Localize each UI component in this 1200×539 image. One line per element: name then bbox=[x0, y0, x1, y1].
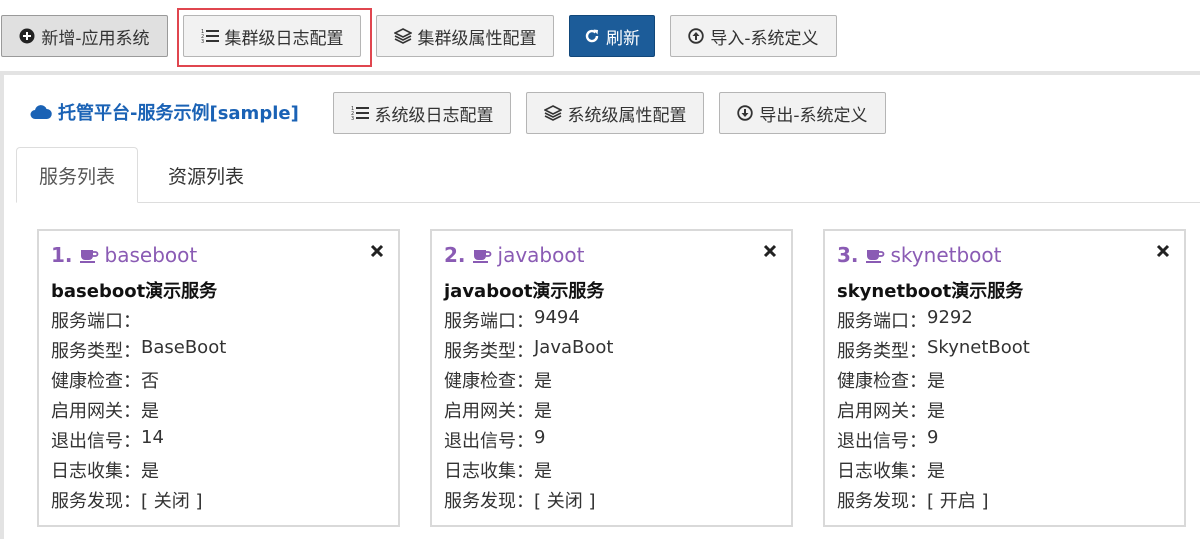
import-system-definition-label: 导入-系统定义 bbox=[710, 28, 819, 49]
import-system-definition-button[interactable]: 导入-系统定义 bbox=[670, 15, 837, 57]
field-port: 服务端口： 9292 bbox=[837, 307, 973, 332]
service-number: 3. bbox=[837, 243, 859, 267]
service-card: 3. skynetboot skynetboot演示服务 服务端口： 9292 服… bbox=[823, 229, 1186, 527]
field-port: 服务端口： bbox=[51, 311, 141, 332]
panel-left-border bbox=[0, 75, 4, 539]
panel-top-border bbox=[0, 71, 1200, 75]
coffee-icon bbox=[472, 247, 492, 263]
close-icon[interactable] bbox=[370, 243, 384, 262]
service-number: 1. bbox=[51, 243, 73, 267]
list-ol-icon: 123 bbox=[201, 28, 219, 44]
field-type: 服务类型： SkynetBoot bbox=[837, 337, 1030, 362]
field-type: 服务类型： BaseBoot bbox=[51, 337, 227, 362]
field-gateway: 启用网关：是 bbox=[444, 401, 552, 422]
add-app-system-label: 新增-应用系统 bbox=[41, 28, 150, 49]
layers-icon bbox=[543, 105, 562, 121]
field-log-collect: 日志收集：是 bbox=[837, 461, 945, 482]
coffee-icon bbox=[865, 247, 885, 263]
system-log-config-label: 系统级日志配置 bbox=[374, 105, 494, 126]
close-icon[interactable] bbox=[763, 243, 777, 262]
field-discovery: 服务发现：[ 关闭 ] bbox=[444, 491, 596, 512]
field-log-collect: 日志收集：是 bbox=[444, 461, 552, 482]
refresh-button[interactable]: 刷新 bbox=[569, 15, 655, 57]
cloud-icon bbox=[30, 104, 52, 120]
arrow-down-circle-icon bbox=[737, 105, 754, 121]
cluster-log-config-label: 集群级日志配置 bbox=[224, 28, 344, 49]
field-exit-signal: 退出信号： 9 bbox=[837, 427, 939, 452]
service-card-header[interactable]: 2. javaboot bbox=[444, 243, 584, 267]
service-fields: 服务端口： 服务类型： BaseBoot 健康检查：否 启用网关：是 退出信号： 1… bbox=[51, 307, 226, 517]
service-name: javaboot bbox=[497, 243, 585, 267]
field-exit-signal: 退出信号： 9 bbox=[444, 427, 546, 452]
service-name: baseboot bbox=[104, 243, 198, 267]
export-system-definition-label: 导出-系统定义 bbox=[759, 105, 868, 126]
refresh-label: 刷新 bbox=[606, 28, 640, 49]
refresh-icon bbox=[584, 28, 600, 44]
add-app-system-button[interactable]: 新增-应用系统 bbox=[1, 15, 168, 57]
field-discovery: 服务发现：[ 关闭 ] bbox=[51, 491, 203, 512]
field-gateway: 启用网关：是 bbox=[51, 401, 159, 422]
platform-title-text: 托管平台-服务示例[sample] bbox=[58, 103, 299, 124]
system-attr-config-label: 系统级属性配置 bbox=[567, 105, 687, 126]
field-type: 服务类型： JavaBoot bbox=[444, 337, 614, 362]
close-icon[interactable] bbox=[1156, 243, 1170, 262]
system-log-config-button[interactable]: 123 系统级日志配置 bbox=[333, 92, 511, 134]
field-health-check: 健康检查：是 bbox=[444, 371, 552, 392]
tab-service-list-label: 服务列表 bbox=[39, 165, 116, 188]
tab-resource-list[interactable]: 资源列表 bbox=[146, 147, 266, 203]
platform-title: 托管平台-服务示例[sample] bbox=[30, 99, 299, 125]
cluster-log-config-button[interactable]: 123 集群级日志配置 bbox=[183, 15, 361, 57]
top-toolbar: 新增-应用系统 123 集群级日志配置 集群级属性配置 刷新 导入-系统定义 bbox=[0, 0, 1200, 72]
plus-circle-icon bbox=[19, 28, 35, 44]
svg-text:3: 3 bbox=[351, 116, 354, 121]
tab-service-list[interactable]: 服务列表 bbox=[16, 147, 139, 203]
field-port: 服务端口： 9494 bbox=[444, 307, 580, 332]
field-exit-signal: 退出信号： 14 bbox=[51, 427, 164, 452]
service-title: javaboot演示服务 bbox=[444, 281, 605, 302]
field-log-collect: 日志收集：是 bbox=[51, 461, 159, 482]
cluster-attr-config-button[interactable]: 集群级属性配置 bbox=[376, 15, 554, 57]
service-card-header[interactable]: 1. baseboot bbox=[51, 243, 197, 267]
service-card-header[interactable]: 3. skynetboot bbox=[837, 243, 1001, 267]
system-attr-config-button[interactable]: 系统级属性配置 bbox=[526, 92, 704, 134]
arrow-up-circle-icon bbox=[688, 28, 705, 44]
service-fields: 服务端口： 9292 服务类型： SkynetBoot 健康检查：是 启用网关：是 … bbox=[837, 307, 1030, 517]
field-discovery: 服务发现：[ 开启 ] bbox=[837, 491, 989, 512]
svg-text:3: 3 bbox=[201, 39, 204, 44]
list-ol-icon: 123 bbox=[351, 105, 369, 121]
service-name: skynetboot bbox=[890, 243, 1002, 267]
service-number: 2. bbox=[444, 243, 466, 267]
cluster-attr-config-label: 集群级属性配置 bbox=[417, 28, 537, 49]
service-title: baseboot演示服务 bbox=[51, 281, 218, 302]
tab-resource-list-label: 资源列表 bbox=[168, 165, 245, 188]
field-health-check: 健康检查：是 bbox=[837, 371, 945, 392]
service-title: skynetboot演示服务 bbox=[837, 281, 1024, 302]
service-fields: 服务端口： 9494 服务类型： JavaBoot 健康检查：是 启用网关：是 退出… bbox=[444, 307, 613, 517]
field-gateway: 启用网关：是 bbox=[837, 401, 945, 422]
service-card: 1. baseboot baseboot演示服务 服务端口： 服务类型： Base… bbox=[37, 229, 400, 527]
service-card: 2. javaboot javaboot演示服务 服务端口： 9494 服务类型：… bbox=[430, 229, 793, 527]
coffee-icon bbox=[79, 247, 99, 263]
field-health-check: 健康检查：否 bbox=[51, 371, 159, 392]
layers-icon bbox=[393, 28, 412, 44]
export-system-definition-button[interactable]: 导出-系统定义 bbox=[719, 92, 886, 134]
